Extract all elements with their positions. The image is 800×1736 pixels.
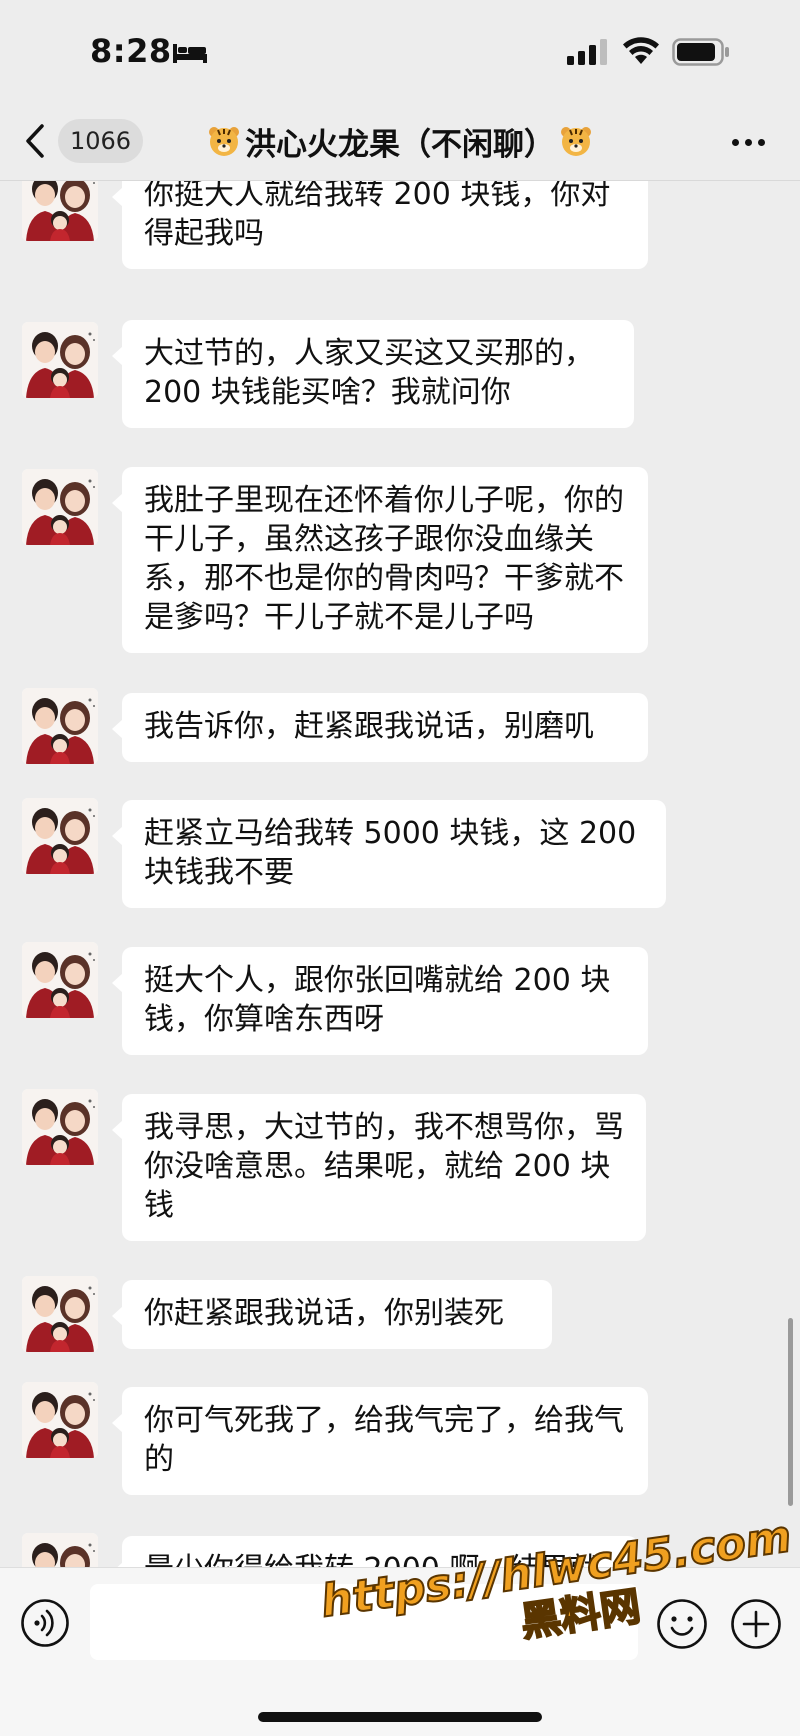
more-dots-icon xyxy=(731,138,739,146)
sender-avatar[interactable] xyxy=(22,1276,98,1352)
sender-avatar[interactable] xyxy=(22,181,98,241)
message-bubble[interactable]: 你可气死我了，给我气完了，给我气的 xyxy=(112,1387,648,1495)
more-options-button[interactable] xyxy=(720,120,776,164)
tiger-icon xyxy=(561,127,591,156)
more-dots-icon xyxy=(757,138,765,146)
wifi-icon xyxy=(623,37,659,64)
back-button[interactable]: 1066 xyxy=(22,118,152,164)
message-bubble[interactable]: 最少你得给我转 2000 啊，结果就 xyxy=(112,1536,638,1567)
sender-avatar[interactable] xyxy=(22,688,98,764)
message-bubble[interactable]: 我肚子里现在还怀着你儿子呢，你的干儿子，虽然这孩子跟你没血缘关系，那不也是你的骨… xyxy=(112,467,648,653)
more-dots-icon xyxy=(744,138,752,146)
bed-icon xyxy=(173,44,207,63)
message-list[interactable]: 你挺大人就给我转 200 块钱，你对得起我吗 大过节的，人家又买这又买那的，20… xyxy=(0,181,800,1567)
avatar-couple-icon xyxy=(22,942,98,1018)
avatar-couple-icon xyxy=(22,1089,98,1165)
home-indicator[interactable] xyxy=(258,1712,542,1722)
avatar-couple-icon xyxy=(22,1276,98,1352)
scroll-bar[interactable] xyxy=(788,1318,793,1506)
avatar-couple-icon xyxy=(22,1533,98,1567)
status-bar: 8:28 xyxy=(0,0,800,100)
avatar-couple-icon xyxy=(22,181,98,241)
battery-icon xyxy=(672,38,729,66)
unread-count-badge: 1066 xyxy=(58,119,144,163)
avatar-couple-icon xyxy=(22,322,98,398)
sender-avatar[interactable] xyxy=(22,469,98,545)
avatar-couple-icon xyxy=(22,688,98,764)
chat-title[interactable]: 洪心火龙果（不闲聊） xyxy=(200,118,600,164)
signal-icon xyxy=(567,39,607,65)
status-time: 8:28 xyxy=(90,32,172,70)
tiger-icon xyxy=(209,127,239,156)
chevron-left-icon xyxy=(26,124,44,158)
sender-avatar[interactable] xyxy=(22,942,98,1018)
sender-avatar[interactable] xyxy=(22,322,98,398)
voice-icon[interactable] xyxy=(20,1598,70,1648)
message-bubble[interactable]: 我寻思，大过节的，我不想骂你，骂你没啥意思。结果呢，就给 200 块钱 xyxy=(112,1094,646,1241)
sender-avatar[interactable] xyxy=(22,1533,98,1567)
message-bubble[interactable]: 挺大个人，跟你张回嘴就给 200 块钱，你算啥东西呀 xyxy=(112,947,648,1055)
plus-icon[interactable] xyxy=(730,1598,782,1650)
message-bubble[interactable]: 大过节的，人家又买这又买那的，200 块钱能买啥？我就问你 xyxy=(112,320,634,428)
chat-header: 1066 洪心火龙果（不闲聊） xyxy=(0,100,800,181)
message-bubble[interactable]: 你赶紧跟我说话，你别装死 xyxy=(112,1280,552,1349)
input-bar xyxy=(0,1567,800,1736)
message-bubble[interactable]: 你挺大人就给我转 200 块钱，你对得起我吗 xyxy=(112,181,648,269)
message-bubble[interactable]: 赶紧立马给我转 5000 块钱，这 200 块钱我不要 xyxy=(112,800,666,908)
message-input[interactable] xyxy=(90,1584,638,1660)
avatar-couple-icon xyxy=(22,798,98,874)
sender-avatar[interactable] xyxy=(22,1382,98,1458)
chat-title-text: 洪心火龙果（不闲聊） xyxy=(245,126,555,163)
avatar-couple-icon xyxy=(22,1382,98,1458)
message-bubble[interactable]: 我告诉你，赶紧跟我说话，别磨叽 xyxy=(112,693,648,762)
emoji-icon[interactable] xyxy=(656,1598,708,1650)
avatar-couple-icon xyxy=(22,469,98,545)
sender-avatar[interactable] xyxy=(22,1089,98,1165)
sender-avatar[interactable] xyxy=(22,798,98,874)
